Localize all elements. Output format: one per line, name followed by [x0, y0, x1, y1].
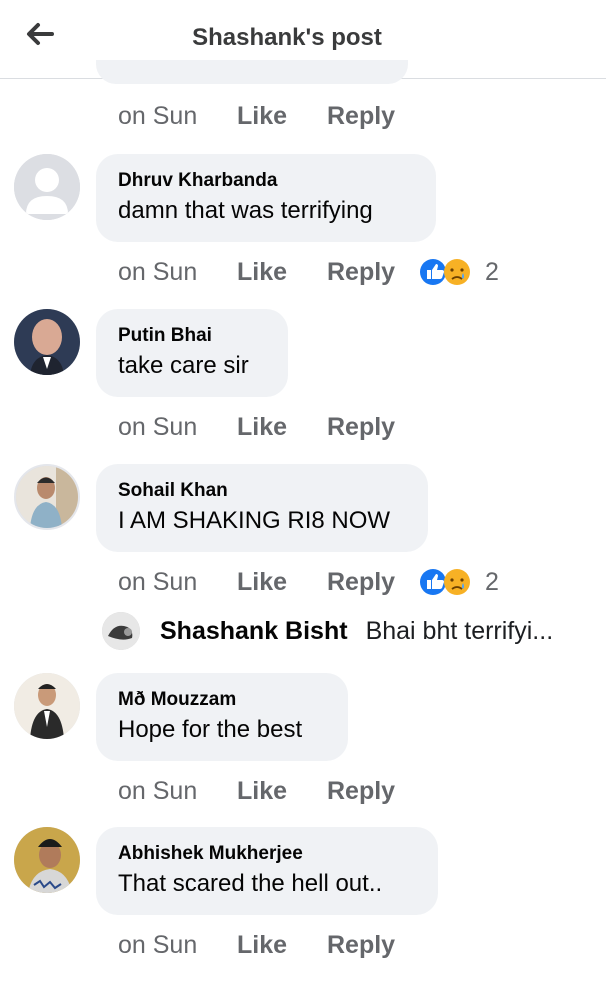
previous-comment-actions: on Sun Like Reply [118, 100, 419, 132]
comment-timestamp: on Sun [118, 412, 198, 441]
reaction-summary[interactable]: 2 [419, 257, 499, 287]
comment-author[interactable]: Sohail Khan [118, 480, 404, 502]
reply-button[interactable]: Reply [327, 568, 419, 597]
comment-author[interactable]: Mð Mouzzam [118, 689, 324, 711]
avatar[interactable] [14, 154, 80, 220]
reply-button[interactable]: Reply [327, 413, 419, 442]
default-avatar-icon [14, 154, 80, 220]
profile-photo-icon [16, 466, 78, 528]
profile-photo-icon [14, 827, 80, 893]
profile-photo-icon [102, 612, 140, 650]
comment-item: Abhishek Mukherjee That scared the hell … [0, 827, 606, 982]
comment-timestamp: on Sun [118, 567, 198, 596]
reply-text: Bhai bht terrifyi... [365, 616, 554, 645]
avatar[interactable] [14, 309, 80, 375]
reaction-count: 2 [485, 257, 499, 286]
avatar[interactable] [14, 827, 80, 893]
reply-button[interactable]: Reply [327, 102, 419, 131]
like-button[interactable]: Like [237, 413, 327, 442]
comment-text: take care sir [118, 352, 249, 379]
comment-bubble[interactable]: Mð Mouzzam Hope for the best [96, 673, 348, 761]
comment-text: Hope for the best [118, 716, 303, 743]
comment-actions: on Sun Like Reply 2 [118, 566, 499, 598]
reply-button[interactable]: Reply [327, 258, 419, 287]
comment-text: I AM SHAKING RI8 NOW [118, 507, 391, 534]
profile-photo-icon [14, 309, 80, 375]
like-button[interactable]: Like [237, 568, 327, 597]
comment-author[interactable]: Putin Bhai [118, 325, 264, 347]
previous-comment-bubble [96, 60, 408, 84]
comment-actions: on Sun Like Reply 2 [118, 256, 499, 288]
comment-actions: on Sun Like Reply [118, 929, 419, 961]
like-button[interactable]: Like [237, 777, 327, 806]
avatar[interactable] [102, 612, 140, 650]
comment-bubble[interactable]: Sohail Khan I AM SHAKING RI8 NOW [96, 464, 428, 552]
reaction-count: 2 [485, 567, 499, 596]
comment-bubble[interactable]: Abhishek Mukherjee That scared the hell … [96, 827, 438, 915]
comment-bubble[interactable]: Dhruv Kharbanda damn that was terrifying [96, 154, 436, 242]
comment-item: Mð Mouzzam Hope for the best on Sun Like… [0, 673, 606, 828]
comment-author[interactable]: Abhishek Mukherjee [118, 843, 414, 865]
reply-author[interactable]: Shashank Bisht [160, 617, 348, 646]
comment-item: Sohail Khan I AM SHAKING RI8 NOW on Sun … [0, 464, 606, 619]
comment-text: That scared the hell out.. [118, 870, 383, 897]
comment-timestamp: on Sun [118, 257, 198, 286]
like-button[interactable]: Like [237, 258, 327, 287]
reactions-icon [420, 569, 470, 595]
reply-button[interactable]: Reply [327, 777, 419, 806]
avatar[interactable] [14, 464, 80, 530]
reply-preview[interactable]: Shashank Bisht Bhai bht terrifyi... [102, 608, 553, 654]
reactions-icon [420, 259, 470, 285]
comment-timestamp: on Sun [118, 101, 198, 130]
comment-item: Dhruv Kharbanda damn that was terrifying… [0, 154, 606, 309]
like-button[interactable]: Like [237, 931, 327, 960]
comment-timestamp: on Sun [118, 776, 198, 805]
comment-text: damn that was terrifying [118, 197, 373, 224]
comment-bubble[interactable]: Putin Bhai take care sir [96, 309, 288, 397]
reaction-summary[interactable]: 2 [419, 567, 499, 597]
reply-button[interactable]: Reply [327, 931, 419, 960]
comment-author[interactable]: Dhruv Kharbanda [118, 170, 412, 192]
comment-actions: on Sun Like Reply [118, 775, 419, 807]
comment-timestamp: on Sun [118, 930, 198, 959]
page-title: Shashank's post [192, 24, 382, 51]
avatar[interactable] [14, 673, 80, 739]
comment-actions: on Sun Like Reply [118, 411, 419, 443]
comment-item: Putin Bhai take care sir on Sun Like Rep… [0, 309, 606, 464]
profile-photo-icon [14, 673, 80, 739]
like-button[interactable]: Like [237, 102, 327, 131]
